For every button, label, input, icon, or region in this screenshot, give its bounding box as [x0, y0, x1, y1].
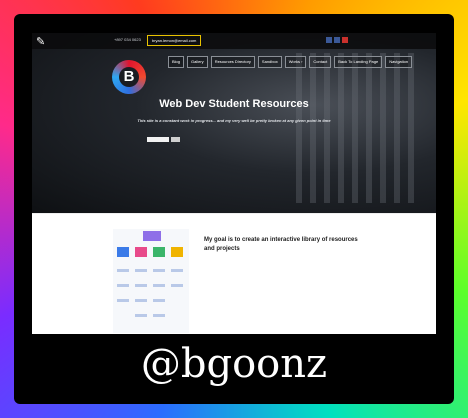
site-logo[interactable]: B — [112, 60, 146, 94]
diagram-leaf — [135, 299, 147, 302]
linkedin-icon[interactable] — [326, 37, 332, 43]
nav-resources-directory[interactable]: Resources Directory — [210, 56, 255, 68]
diagram-leaf — [153, 269, 165, 272]
diagram-leaf — [117, 299, 129, 302]
hero-subtitle: This site is a constant work in progress… — [137, 118, 331, 123]
diagram-node — [117, 247, 129, 257]
nav-navigation[interactable]: Navigation — [385, 56, 413, 68]
email-link[interactable]: bryan.lemon@email.com — [147, 35, 202, 46]
diagram-leaf — [153, 314, 165, 317]
nav-sandbox[interactable]: Sandbox — [257, 56, 282, 68]
facebook-icon[interactable] — [334, 37, 340, 43]
nav-works[interactable]: Works › — [284, 56, 307, 68]
website-screenshot: ✎ +897 034 0623 bryan.lemon@email.com B … — [32, 33, 436, 334]
diagram-leaf — [135, 284, 147, 287]
hero-background-image — [296, 53, 416, 203]
nav-contact[interactable]: Contact — [309, 56, 332, 68]
diagram-node — [135, 247, 147, 257]
diagram-leaf — [171, 284, 183, 287]
resources-diagram-image[interactable] — [113, 229, 189, 333]
search-form — [147, 137, 180, 142]
diagram-leaf — [153, 299, 165, 302]
hero-section: ✎ +897 034 0623 bryan.lemon@email.com B … — [32, 33, 436, 213]
nav-blog[interactable]: Blog — [168, 56, 185, 68]
main-nav: Blog Gallery Resources Directory Sandbox… — [168, 56, 413, 68]
top-bar: ✎ +897 034 0623 bryan.lemon@email.com — [32, 33, 436, 49]
logo-letter: B — [119, 67, 139, 87]
diagram-leaf — [135, 269, 147, 272]
pen-icon[interactable]: ✎ — [36, 36, 48, 48]
social-links — [326, 37, 348, 43]
nav-back-to-landing[interactable]: Back To Landing Page — [334, 56, 383, 68]
diagram-leaf — [153, 284, 165, 287]
diagram-node — [153, 247, 165, 257]
handle-caption: @bgoonz — [140, 341, 328, 387]
nav-gallery[interactable]: Gallery — [187, 56, 208, 68]
hero-title: Web Dev Student Resources — [159, 98, 309, 110]
section-divider — [32, 213, 436, 214]
diagram-root-node — [143, 231, 161, 241]
search-button[interactable] — [171, 137, 180, 142]
diagram-leaf — [171, 269, 183, 272]
diagram-leaf — [135, 314, 147, 317]
diagram-node — [171, 247, 183, 257]
youtube-icon[interactable] — [342, 37, 348, 43]
phone-number: +897 034 0623 — [114, 37, 141, 42]
diagram-leaf — [117, 269, 129, 272]
goal-heading: My goal is to create an interactive libr… — [204, 237, 358, 252]
diagram-leaf — [117, 284, 129, 287]
search-input[interactable] — [147, 137, 169, 142]
